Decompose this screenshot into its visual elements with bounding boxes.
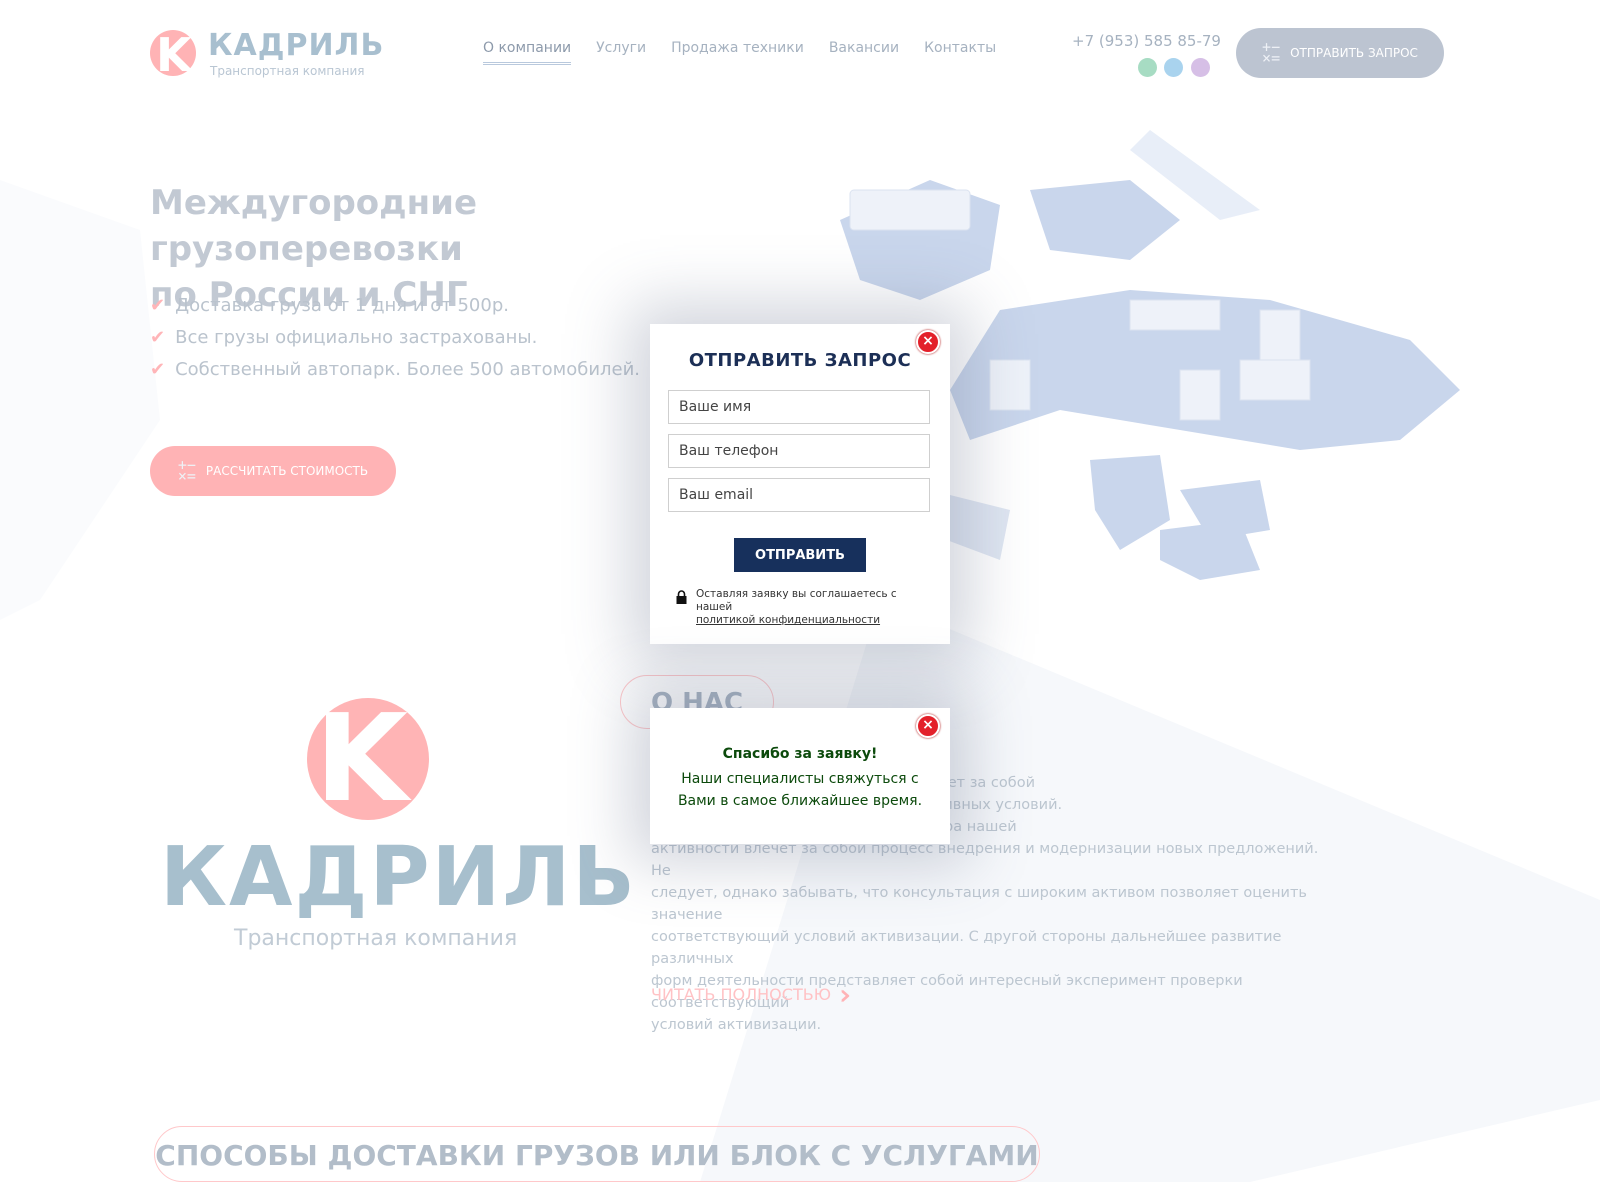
read-more-link[interactable]: ЧИТАТЬ ПОЛНОСТЬЮ ››	[651, 978, 853, 1011]
double-chevron-right-icon: ››	[838, 978, 853, 1011]
logo-mark-icon: K	[150, 28, 196, 82]
thanks-title: Спасибо за заявку!	[722, 746, 878, 762]
lock-icon	[676, 590, 687, 604]
check-icon: ✔	[150, 359, 166, 380]
nav-item-vacancies[interactable]: Вакансии	[829, 40, 899, 65]
nav-item-services[interactable]: Услуги	[596, 40, 646, 65]
thanks-message: Наши специалисты свяжуться с Вами в само…	[677, 771, 923, 809]
email-field[interactable]	[668, 478, 930, 512]
header-request-button[interactable]: +− ×= ОТПРАВИТЬ ЗАПРОС	[1236, 28, 1444, 78]
logo-name: КАДРИЛЬ	[208, 28, 385, 63]
header-phone[interactable]: +7 (953) 585 85-79	[1072, 32, 1221, 50]
page: K КАДРИЛЬ Транспортная компания О компан…	[0, 0, 1600, 1182]
privacy-policy-link[interactable]: политикой конфиденциальности	[696, 614, 880, 626]
main-nav: О компании Услуги Продажа техники Ваканс…	[483, 40, 996, 65]
request-modal: × ОТПРАВИТЬ ЗАПРОС ОТПРАВИТЬ Оставляя за…	[650, 324, 950, 644]
big-logo-subtitle: Транспортная компания	[234, 926, 518, 951]
viber-icon[interactable]	[1191, 58, 1210, 77]
calculate-cost-button[interactable]: +− ×= РАССЧИТАТЬ СТОИМОСТЬ	[150, 446, 396, 496]
big-logo-mark-icon: K	[307, 690, 429, 829]
name-field[interactable]	[668, 390, 930, 424]
nav-item-about[interactable]: О компании	[483, 40, 572, 65]
nav-item-contacts[interactable]: Контакты	[924, 40, 996, 65]
hero-bullet: ✔ Все грузы официально застрахованы.	[150, 322, 640, 354]
modal-title: ОТПРАВИТЬ ЗАПРОС	[688, 350, 912, 371]
phone-field[interactable]	[668, 434, 930, 468]
hero-bullet: ✔ Собственный автопарк. Более 500 автомоб…	[150, 354, 640, 386]
hero-bullets: ✔ Доставка груза от 1 дня и от 500р. ✔ Все…	[150, 290, 640, 386]
hero-bullet: ✔ Доставка груза от 1 дня и от 500р.	[150, 290, 640, 322]
whatsapp-icon[interactable]	[1138, 58, 1157, 77]
close-icon[interactable]: ×	[916, 714, 940, 738]
big-logo-name: КАДРИЛЬ	[160, 830, 637, 925]
site-logo[interactable]: K КАДРИЛЬ Транспортная компания	[150, 28, 390, 82]
check-icon: ✔	[150, 327, 166, 348]
submit-button[interactable]: ОТПРАВИТЬ	[734, 538, 866, 572]
telegram-icon[interactable]	[1164, 58, 1183, 77]
calculator-icon: +− ×=	[1262, 38, 1281, 67]
nav-item-equipment-sales[interactable]: Продажа техники	[671, 40, 804, 65]
logo-subtitle: Транспортная компания	[210, 64, 365, 78]
calculator-icon: +− ×=	[177, 456, 196, 485]
check-icon: ✔	[150, 295, 166, 316]
services-heading: СПОСОБЫ ДОСТАВКИ ГРУЗОВ ИЛИ БЛОК С УСЛУГ…	[154, 1126, 1040, 1182]
thanks-modal: × Спасибо за заявку! Наши специалисты св…	[650, 708, 950, 844]
